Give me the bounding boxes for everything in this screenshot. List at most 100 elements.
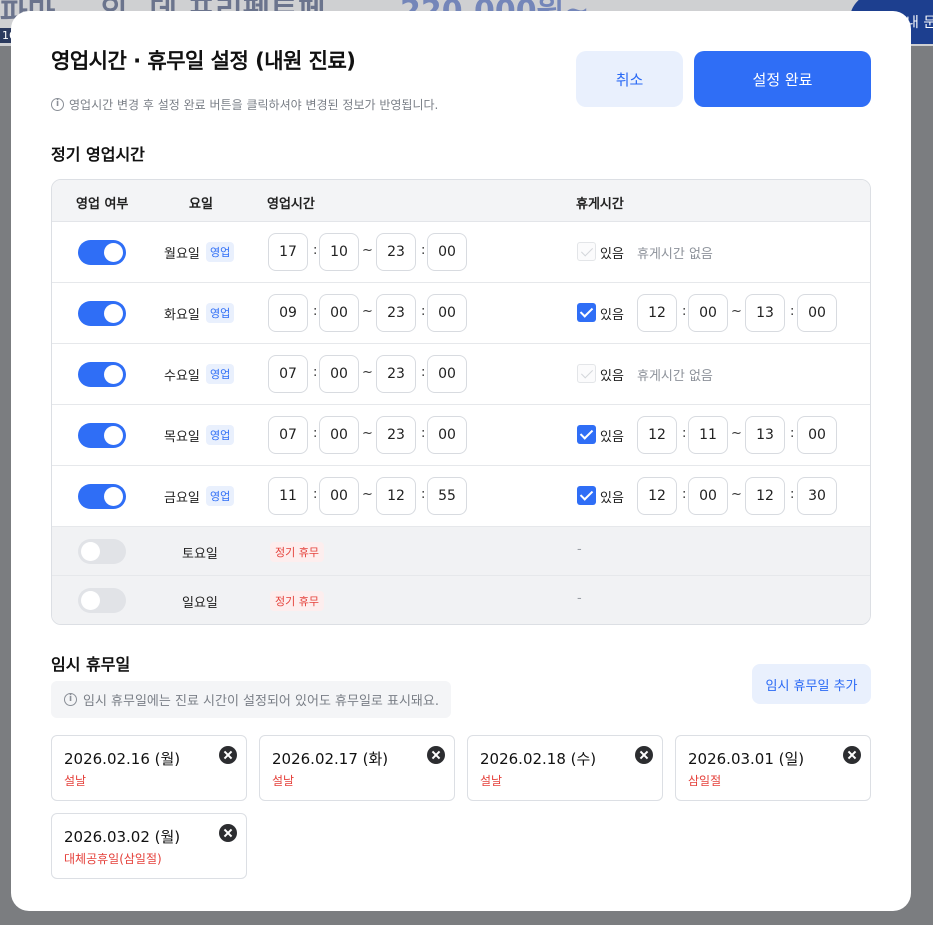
close-hour-input[interactable]: 23: [376, 294, 416, 332]
day-label: 토요일: [182, 547, 218, 562]
open-toggle[interactable]: [78, 539, 126, 564]
colon: :: [421, 365, 426, 380]
colon: :: [790, 487, 795, 502]
open-minute-input[interactable]: 00: [319, 355, 359, 393]
break-end-minute-input[interactable]: 00: [797, 416, 837, 454]
open-minute-input[interactable]: 00: [319, 294, 359, 332]
holiday-name: 설날: [64, 774, 87, 788]
remove-holiday-icon[interactable]: [635, 746, 653, 764]
close-hour-input[interactable]: 23: [376, 355, 416, 393]
break-start-hour-input[interactable]: 12: [637, 416, 677, 454]
open-hour-input[interactable]: 11: [268, 477, 308, 515]
close-minute-input[interactable]: 00: [427, 233, 467, 271]
close-minute-input[interactable]: 00: [427, 294, 467, 332]
colon: :: [421, 487, 426, 502]
close-hour-input[interactable]: 12: [376, 477, 416, 515]
colon: :: [421, 243, 426, 258]
colon: :: [421, 304, 426, 319]
break-end-hour-input[interactable]: 13: [745, 294, 785, 332]
break-end-minute-input[interactable]: 30: [797, 477, 837, 515]
break-start-minute-input[interactable]: 00: [688, 477, 728, 515]
tilde: ~: [731, 426, 742, 441]
day-label: 월요일: [164, 247, 200, 262]
break-end-hour-input[interactable]: 13: [745, 416, 785, 454]
tilde: ~: [731, 304, 742, 319]
colon: :: [313, 487, 318, 502]
break-end-hour-input[interactable]: 12: [745, 477, 785, 515]
save-button[interactable]: 설정 완료: [694, 51, 871, 107]
table-row-friday: 금요일 영업 11 : 00 ~ 12 : 55 있음 12 : 00 ~ 12…: [52, 466, 870, 527]
hours-table: 영업 여부 요일 영업시간 휴게시간 월요일 영업 17 : 10 ~ 23 :…: [51, 179, 871, 625]
table-row-sunday: 일요일 정기 휴무 -: [52, 576, 870, 624]
break-checkbox[interactable]: [577, 303, 596, 322]
table-header: 영업 여부 요일 영업시간 휴게시간: [52, 180, 870, 222]
temporary-holidays-title: 임시 휴무일: [51, 655, 131, 674]
break-start-hour-input[interactable]: 12: [637, 294, 677, 332]
tilde: ~: [362, 304, 373, 319]
tilde: ~: [362, 243, 373, 258]
open-toggle[interactable]: [78, 423, 126, 448]
open-toggle[interactable]: [78, 484, 126, 509]
open-toggle[interactable]: [78, 588, 126, 613]
no-break-text: 휴게시간 없음: [637, 369, 713, 384]
day-label: 수요일: [164, 369, 200, 384]
break-checkbox[interactable]: [577, 364, 596, 383]
remove-holiday-icon[interactable]: [219, 824, 237, 842]
open-minute-input[interactable]: 10: [319, 233, 359, 271]
break-end-minute-input[interactable]: 00: [797, 294, 837, 332]
open-hour-input[interactable]: 07: [268, 355, 308, 393]
holiday-card: 2026.02.18 (수) 설날: [467, 735, 663, 801]
header-day: 요일: [189, 197, 213, 212]
modal-notice: i 영업시간 변경 후 설정 완료 버튼을 클릭하셔야 변경된 정보가 반영됩니…: [51, 96, 438, 113]
open-minute-input[interactable]: 00: [319, 416, 359, 454]
status-badge: 영업: [206, 303, 235, 323]
close-minute-input[interactable]: 55: [427, 477, 467, 515]
status-badge: 영업: [206, 242, 235, 262]
status-badge: 정기 휴무: [270, 542, 324, 562]
header-open: 영업 여부: [76, 197, 129, 212]
add-holiday-button[interactable]: 임시 휴무일 추가: [752, 664, 871, 704]
colon: :: [790, 426, 795, 441]
remove-holiday-icon[interactable]: [219, 746, 237, 764]
break-empty: -: [577, 591, 582, 606]
tilde: ~: [362, 487, 373, 502]
header-hours: 영업시간: [267, 197, 315, 212]
close-hour-input[interactable]: 23: [376, 233, 416, 271]
colon: :: [790, 304, 795, 319]
cancel-button[interactable]: 취소: [576, 51, 683, 107]
status-badge: 영업: [206, 425, 235, 445]
holiday-card: 2026.03.02 (월) 대체공휴일(삼일절): [51, 813, 247, 879]
holiday-name: 설날: [480, 774, 503, 788]
break-checkbox[interactable]: [577, 486, 596, 505]
open-hour-input[interactable]: 07: [268, 416, 308, 454]
remove-holiday-icon[interactable]: [843, 746, 861, 764]
notice-text: 영업시간 변경 후 설정 완료 버튼을 클릭하셔야 변경된 정보가 반영됩니다.: [69, 98, 439, 112]
tilde: ~: [362, 365, 373, 380]
break-checkbox[interactable]: [577, 425, 596, 444]
hint-text: 임시 휴무일에는 진료 시간이 설정되어 있어도 휴무일로 표시돼요.: [83, 694, 439, 709]
day-label: 금요일: [164, 491, 200, 506]
open-toggle[interactable]: [78, 240, 126, 265]
colon: :: [313, 365, 318, 380]
break-checkbox[interactable]: [577, 242, 596, 261]
open-minute-input[interactable]: 00: [319, 477, 359, 515]
close-hour-input[interactable]: 23: [376, 416, 416, 454]
holiday-card: 2026.02.16 (월) 설날: [51, 735, 247, 801]
info-icon: i: [64, 693, 77, 706]
open-toggle[interactable]: [78, 362, 126, 387]
open-hour-input[interactable]: 17: [268, 233, 308, 271]
close-minute-input[interactable]: 00: [427, 355, 467, 393]
break-label: 있음: [600, 369, 624, 384]
business-hours-modal: 영업시간 · 휴무일 설정 (내원 진료) i 영업시간 변경 후 설정 완료 …: [11, 11, 911, 911]
open-toggle[interactable]: [78, 301, 126, 326]
status-badge: 정기 휴무: [270, 591, 324, 611]
table-row-tuesday: 화요일 영업 09 : 00 ~ 23 : 00 있음 12 : 00 ~ 13…: [52, 283, 870, 344]
break-start-minute-input[interactable]: 11: [688, 416, 728, 454]
open-hour-input[interactable]: 09: [268, 294, 308, 332]
break-start-minute-input[interactable]: 00: [688, 294, 728, 332]
break-label: 있음: [600, 308, 624, 323]
break-start-hour-input[interactable]: 12: [637, 477, 677, 515]
close-minute-input[interactable]: 00: [427, 416, 467, 454]
table-row-monday: 월요일 영업 17 : 10 ~ 23 : 00 있음 휴게시간 없음: [52, 222, 870, 283]
remove-holiday-icon[interactable]: [427, 746, 445, 764]
